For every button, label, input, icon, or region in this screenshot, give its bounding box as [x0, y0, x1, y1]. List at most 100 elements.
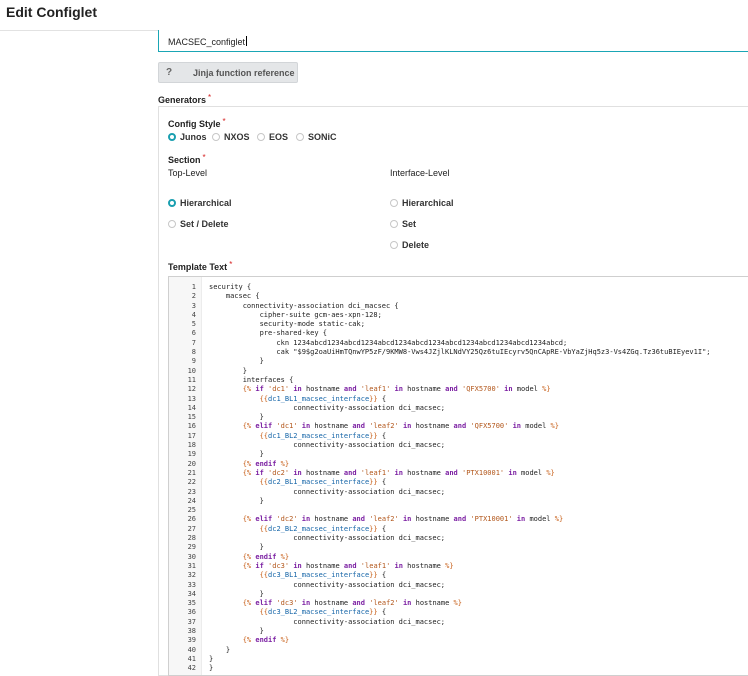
line-text: } [209, 626, 264, 635]
code-line: 14 connectivity-association dci_macsec; [169, 404, 748, 413]
radio-nxos[interactable]: NXOS [212, 132, 250, 142]
text-caret [246, 36, 248, 46]
code-line: 18 connectivity-association dci_macsec; [169, 441, 748, 450]
code-line: 1 security { [169, 283, 748, 292]
code-line: 12 {% if 'dc1' in hostname and 'leaf1' i… [169, 385, 748, 394]
code-line: 38 } [169, 627, 748, 636]
line-number: 10 [187, 366, 196, 375]
code-line: 20 {% endif %} [169, 460, 748, 469]
line-number: 3 [191, 301, 196, 310]
config-style-label: Config Style * [168, 117, 226, 129]
template-text-editor[interactable]: 1 security {2 macsec {3 connectivity-asso… [168, 276, 748, 676]
code-line: 21 {% if 'dc2' in hostname and 'leaf1' i… [169, 469, 748, 478]
line-text: macsec { [209, 292, 260, 301]
line-text: {% endif %} [242, 636, 290, 645]
line-number: 34 [187, 589, 196, 598]
radio-iface-set[interactable]: Set [390, 219, 416, 229]
code-line: 17 {{dc1_BL2_macsec_interface}} { [169, 432, 748, 441]
radio-iface-delete[interactable]: Delete [390, 240, 429, 250]
line-number: 32 [187, 571, 196, 580]
line-number: 35 [187, 599, 196, 608]
line-number: 5 [191, 320, 196, 329]
line-text: } [209, 357, 264, 366]
line-text: } [209, 496, 264, 505]
line-number: 1 [191, 283, 196, 291]
line-text: {{dc2_BL2_macsec_interface}} { [259, 524, 387, 533]
line-number: 20 [187, 459, 196, 468]
code-line: 8 cak "$9$g2oaUiHmTQnwYP5zF/9KMW8-Vws4JZ… [169, 348, 748, 357]
code-line: 36 {{dc3_BL2_macsec_interface}} { [169, 608, 748, 617]
line-number: 41 [187, 654, 196, 663]
line-text: {{dc3_BL1_macsec_interface}} { [259, 571, 387, 580]
line-number: 16 [187, 422, 196, 431]
code-area[interactable]: 1 security {2 macsec {3 connectivity-asso… [169, 283, 748, 673]
jinja-function-reference-button[interactable]: ? Jinja function reference [158, 62, 298, 83]
radio-sonic[interactable]: SONiC [296, 132, 337, 142]
line-number: 36 [187, 608, 196, 617]
code-line: 41} [169, 655, 748, 664]
line-text: pre-shared-key { [209, 329, 328, 338]
code-line: 15 } [169, 413, 748, 422]
code-line: 3 connectivity-association dci_macsec { [169, 302, 748, 311]
radio-iface-hierarchical[interactable]: Hierarchical [390, 198, 454, 208]
line-text: security { [209, 283, 252, 291]
code-line: 2 macsec { [169, 292, 748, 301]
code-line: 9 } [169, 357, 748, 366]
line-number: 19 [187, 450, 196, 459]
code-line: 29 } [169, 543, 748, 552]
line-number: 9 [191, 357, 196, 366]
code-line: 22 {{dc2_BL1_macsec_interface}} { [169, 478, 748, 487]
code-line: 30 {% endif %} [169, 553, 748, 562]
question-icon: ? [165, 67, 173, 78]
radio-top-set-delete[interactable]: Set / Delete [168, 219, 229, 229]
line-number: 28 [187, 534, 196, 543]
line-number: 2 [191, 292, 196, 301]
configlet-name-input[interactable]: MACSEC_configlet [158, 30, 748, 52]
code-line: 4 cipher-suite gcm-aes-xpn-128; [169, 311, 748, 320]
template-text-label: Template Text * [168, 260, 233, 272]
code-line: 5 security-mode static-cak; [169, 320, 748, 329]
code-line: 23 connectivity-association dci_macsec; [169, 488, 748, 497]
line-text: {{dc1_BL1_macsec_interface}} { [259, 394, 387, 403]
line-number: 6 [191, 329, 196, 338]
line-text: {% if 'dc2' in hostname and 'leaf1' in h… [242, 468, 555, 477]
required-mark: * [208, 93, 212, 102]
required-mark: * [202, 153, 206, 162]
code-line: 11 interfaces { [169, 376, 748, 385]
line-text: ckn 1234abcd1234abcd1234abcd1234abcd1234… [209, 338, 568, 347]
section-label: Section * [168, 153, 206, 165]
radio-top-hierarchical[interactable]: Hierarchical [168, 198, 232, 208]
line-text: } [209, 654, 214, 663]
line-number: 37 [187, 617, 196, 626]
line-text: connectivity-association dci_macsec { [209, 301, 399, 310]
line-text: } [209, 543, 264, 552]
line-number: 25 [187, 506, 196, 515]
line-number: 23 [187, 487, 196, 496]
line-number: 4 [191, 310, 196, 319]
line-text: {{dc1_BL2_macsec_interface}} { [259, 431, 387, 440]
line-text: } [209, 366, 247, 375]
line-text: connectivity-association dci_macsec; [209, 580, 446, 589]
radio-eos[interactable]: EOS [257, 132, 288, 142]
line-text: connectivity-association dci_macsec; [209, 403, 446, 412]
line-text: cak "$9$g2oaUiHmTQnwYP5zF/9KMW8-Vws4JZjl… [209, 348, 711, 357]
line-number: 29 [187, 543, 196, 552]
radio-junos[interactable]: Junos [168, 132, 207, 142]
code-line: 40 } [169, 646, 748, 655]
line-number: 21 [187, 468, 196, 477]
line-number: 8 [191, 348, 196, 357]
interface-level-label: Interface-Level [390, 168, 450, 178]
radio-selected-icon [168, 133, 176, 141]
line-number: 27 [187, 524, 196, 533]
code-line: 10 } [169, 367, 748, 376]
code-line: 13 {{dc1_BL1_macsec_interface}} { [169, 395, 748, 404]
radio-unselected-icon [390, 241, 398, 249]
line-text: } [209, 645, 231, 654]
required-mark: * [222, 117, 226, 126]
radio-unselected-icon [390, 199, 398, 207]
line-number: 22 [187, 478, 196, 487]
line-number: 14 [187, 403, 196, 412]
line-text: {% if 'dc1' in hostname and 'leaf1' in h… [242, 385, 551, 394]
line-number: 24 [187, 496, 196, 505]
radio-unselected-icon [390, 220, 398, 228]
